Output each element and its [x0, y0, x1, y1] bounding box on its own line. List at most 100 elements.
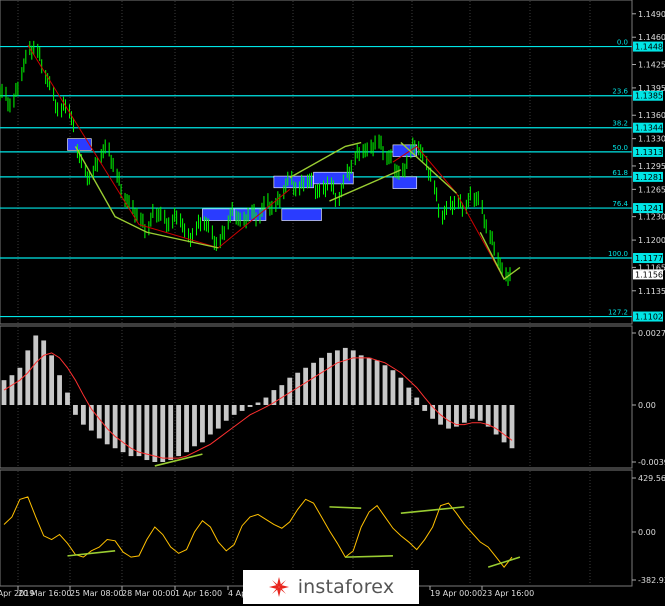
- macd-bar: [327, 352, 332, 405]
- mt4-chart-window[interactable]: 0.0 1.1448 23.6 1.1385 38.2 1.1344 50.0 1.1313 6…: [0, 0, 665, 604]
- macd-bar: [184, 405, 189, 453]
- macd-bar: [319, 357, 324, 405]
- fib-price-value: 1.1313: [635, 148, 663, 157]
- macd-bar: [144, 405, 150, 461]
- fib-price-value: 1.1281: [635, 173, 663, 182]
- macd-axis: 0.00279 0.00 -0.00391: [632, 329, 665, 467]
- macd-bar: [334, 350, 340, 405]
- macd-bar: [57, 375, 62, 405]
- time-tick-label: 23 Apr 16:00: [482, 589, 534, 598]
- fib-price-value: 1.1385: [635, 92, 663, 101]
- macd-bar: [120, 405, 126, 453]
- fib-level-label: 127.2: [608, 309, 628, 317]
- macd-bar: [461, 405, 467, 423]
- macd-bar: [112, 405, 118, 449]
- instaforex-logo-icon: [268, 577, 289, 597]
- sr-zone-box: [233, 208, 267, 221]
- macd-bar: [136, 405, 142, 457]
- price-tick-label: 1.1360: [638, 111, 665, 120]
- macd-bar: [485, 405, 491, 427]
- price-tick-label: 1.1460: [638, 33, 665, 42]
- macd-bar: [469, 405, 475, 419]
- price-tick-label: 1.1165: [638, 263, 665, 272]
- fib-price-value: 1.1102: [635, 313, 663, 322]
- fib-level-label: 100.0: [608, 250, 628, 258]
- time-tick-label: 25 Mar 08:00: [70, 589, 123, 598]
- cci-panel[interactable]: 429.56 0.00 -382.939: [0, 469, 665, 587]
- macd-bar: [33, 335, 39, 405]
- price-tick-label: 1.1230: [638, 213, 665, 222]
- macd-bar: [65, 392, 70, 405]
- macd-bar: [247, 405, 253, 407]
- price-tick-label: 1.1490: [638, 10, 665, 19]
- macd-bar: [414, 397, 420, 405]
- chart-canvas[interactable]: 0.0 1.1448 23.6 1.1385 38.2 1.1344 50.0 1.1313 6…: [0, 0, 665, 604]
- fib-level-label: 38.2: [612, 120, 628, 128]
- time-tick-label: 20 Mar 16:00: [18, 589, 71, 598]
- macd-bar: [255, 402, 261, 405]
- macd-bar: [96, 405, 102, 439]
- macd-bar: [239, 405, 245, 411]
- macd-bar: [406, 387, 412, 405]
- macd-bar: [223, 405, 229, 421]
- macd-bar: [374, 360, 380, 405]
- cci-tick-label: 0.00: [638, 528, 656, 537]
- macd-bar: [160, 405, 166, 462]
- macd-bar: [477, 405, 483, 421]
- macd-bar: [152, 405, 158, 462]
- fib-level-label: 76.4: [612, 200, 628, 208]
- time-tick-label: 28 Mar 00:00: [122, 589, 175, 598]
- macd-bar: [398, 377, 404, 405]
- price-tick-label: 1.1200: [638, 236, 665, 245]
- macd-bar: [200, 405, 205, 443]
- macd-bar: [509, 405, 515, 449]
- fib-level-label: 23.6: [612, 88, 628, 96]
- macd-bar: [366, 357, 372, 405]
- macd-bar: [303, 367, 309, 405]
- fib-price-value: 1.1344: [635, 124, 663, 133]
- macd-bar: [342, 347, 348, 405]
- fib-price-value: 1.1448: [635, 43, 663, 52]
- macd-bar: [17, 367, 23, 405]
- cci-axis: 429.56 0.00 -382.939: [632, 474, 665, 585]
- macd-bar: [215, 405, 221, 429]
- sr-zone-box: [67, 138, 92, 151]
- time-tick-label: 19 Apr 00:00: [430, 589, 482, 598]
- macd-bar: [382, 365, 388, 405]
- macd-bar: [501, 405, 507, 443]
- time-tick-label: 1 Apr 16:00: [175, 589, 222, 598]
- price-tick-label: 1.1135: [638, 287, 665, 296]
- macd-tick-label: -0.00391: [638, 458, 665, 467]
- macd-bar: [446, 405, 451, 429]
- macd-tick-label: 0.00: [638, 401, 656, 410]
- fib-level-label: 0.0: [617, 39, 628, 47]
- macd-bar: [390, 370, 396, 405]
- macd-bar: [1, 380, 7, 405]
- macd-bar: [25, 350, 31, 405]
- macd-bar: [80, 405, 86, 425]
- macd-bar: [176, 405, 182, 457]
- macd-bar: [49, 355, 55, 405]
- macd-bar: [311, 362, 316, 405]
- watermark: instaforex: [243, 570, 419, 604]
- price-tick-label: 1.1295: [638, 162, 665, 171]
- macd-bar: [422, 405, 428, 411]
- macd-bar: [207, 405, 213, 435]
- macd-bar: [192, 405, 197, 447]
- macd-bar: [9, 375, 15, 405]
- macd-bar: [231, 405, 237, 415]
- price-panel[interactable]: 0.0 1.1448 23.6 1.1385 38.2 1.1344 50.0 1.1313 6…: [0, 0, 665, 325]
- sr-zone-box: [281, 208, 322, 221]
- macd-bar: [73, 405, 78, 415]
- watermark-text: instaforex: [297, 576, 395, 598]
- macd-bar: [104, 405, 110, 445]
- fib-level-label: 50.0: [612, 144, 628, 152]
- macd-bar: [358, 355, 364, 405]
- macd-panel[interactable]: 0.00279 0.00 -0.00391: [0, 325, 665, 469]
- cci-tick-label: 429.56: [638, 474, 665, 483]
- cci-tick-label: -382.939: [638, 576, 665, 585]
- fib-level-label: 61.8: [612, 169, 628, 177]
- price-tick-label: 1.1395: [638, 84, 665, 93]
- sr-zone-box: [202, 208, 235, 221]
- macd-bar: [279, 385, 285, 405]
